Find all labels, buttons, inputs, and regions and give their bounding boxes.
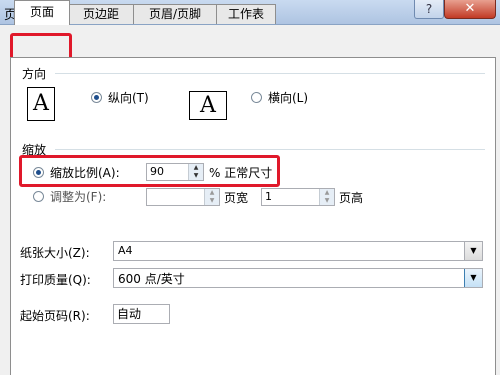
- print-quality-value: 600 点/英寸: [118, 272, 185, 286]
- chevron-down-icon[interactable]: ▼: [464, 269, 482, 287]
- first-page-number-label: 起始页码(R):: [20, 309, 90, 323]
- tab-page[interactable]: 页面: [14, 0, 70, 25]
- portrait-label[interactable]: 纵向(T): [108, 89, 149, 106]
- landscape-page-icon: A: [189, 91, 227, 120]
- fit-to-radio[interactable]: [33, 191, 44, 202]
- fit-pages-tall-value: 1: [265, 190, 272, 203]
- paper-size-value: A4: [118, 244, 133, 257]
- orientation-divider: [55, 73, 485, 74]
- fit-pages-tall-suffix: 页高: [339, 191, 364, 205]
- portrait-radio[interactable]: [91, 92, 102, 103]
- fit-wide-spin-arrows[interactable]: ▲ ▼: [204, 189, 219, 205]
- scaling-divider: [55, 149, 485, 150]
- tab-panel: [10, 57, 496, 375]
- scale-percent-value: 90: [150, 165, 164, 178]
- scaling-group-label: 缩放: [22, 143, 47, 157]
- scale-percent-suffix: % 正常尺寸: [209, 166, 273, 180]
- close-button[interactable]: ✕: [444, 0, 496, 19]
- fit-pages-wide-suffix: 页宽: [224, 191, 249, 205]
- portrait-page-icon: A: [27, 87, 55, 121]
- spin-up-icon[interactable]: ▲: [320, 189, 334, 197]
- fit-to-label[interactable]: 调整为(F):: [50, 188, 106, 205]
- chevron-down-icon[interactable]: ▼: [464, 242, 482, 260]
- adjust-to-radio[interactable]: [33, 167, 44, 178]
- fit-pages-tall-spinner[interactable]: 1 ▲ ▼: [261, 188, 335, 206]
- spin-up-icon[interactable]: ▲: [205, 189, 219, 197]
- tab-header-footer[interactable]: 页眉/页脚: [133, 4, 217, 24]
- fit-tall-spin-arrows[interactable]: ▲ ▼: [319, 189, 334, 205]
- paper-size-label: 纸张大小(Z):: [20, 246, 90, 260]
- tab-margins-label: 页边距: [82, 7, 119, 21]
- landscape-radio[interactable]: [251, 92, 262, 103]
- help-button[interactable]: ?: [414, 0, 444, 19]
- tab-page-label: 页面: [29, 5, 54, 19]
- landscape-label[interactable]: 横向(L): [268, 89, 308, 106]
- spin-down-icon[interactable]: ▼: [205, 197, 219, 205]
- tab-header-footer-label: 页眉/页脚: [148, 7, 202, 21]
- print-quality-select[interactable]: 600 点/英寸 ▼: [113, 268, 483, 288]
- close-icon: ✕: [464, 1, 476, 16]
- first-page-number-input[interactable]: 自动: [113, 304, 170, 324]
- spin-up-icon[interactable]: ▲: [189, 164, 203, 172]
- help-icon: ?: [425, 2, 433, 16]
- fit-pages-wide-spinner[interactable]: ▲ ▼: [146, 188, 220, 206]
- tab-sheet-label: 工作表: [227, 7, 264, 21]
- tab-margins[interactable]: 页边距: [68, 4, 134, 24]
- scale-spin-arrows[interactable]: ▲ ▼: [188, 164, 203, 180]
- tab-sheet[interactable]: 工作表: [216, 4, 276, 24]
- landscape-icon-glyph: A: [200, 93, 216, 118]
- adjust-to-label[interactable]: 缩放比例(A):: [50, 164, 120, 181]
- spin-down-icon[interactable]: ▼: [320, 197, 334, 205]
- spin-down-icon[interactable]: ▼: [189, 172, 203, 180]
- print-quality-label: 打印质量(Q):: [20, 273, 91, 287]
- orientation-group-label: 方向: [22, 67, 47, 81]
- paper-size-select[interactable]: A4 ▼: [113, 241, 483, 261]
- portrait-icon-glyph: A: [33, 91, 49, 116]
- scale-percent-spinner[interactable]: 90 ▲ ▼: [146, 163, 204, 181]
